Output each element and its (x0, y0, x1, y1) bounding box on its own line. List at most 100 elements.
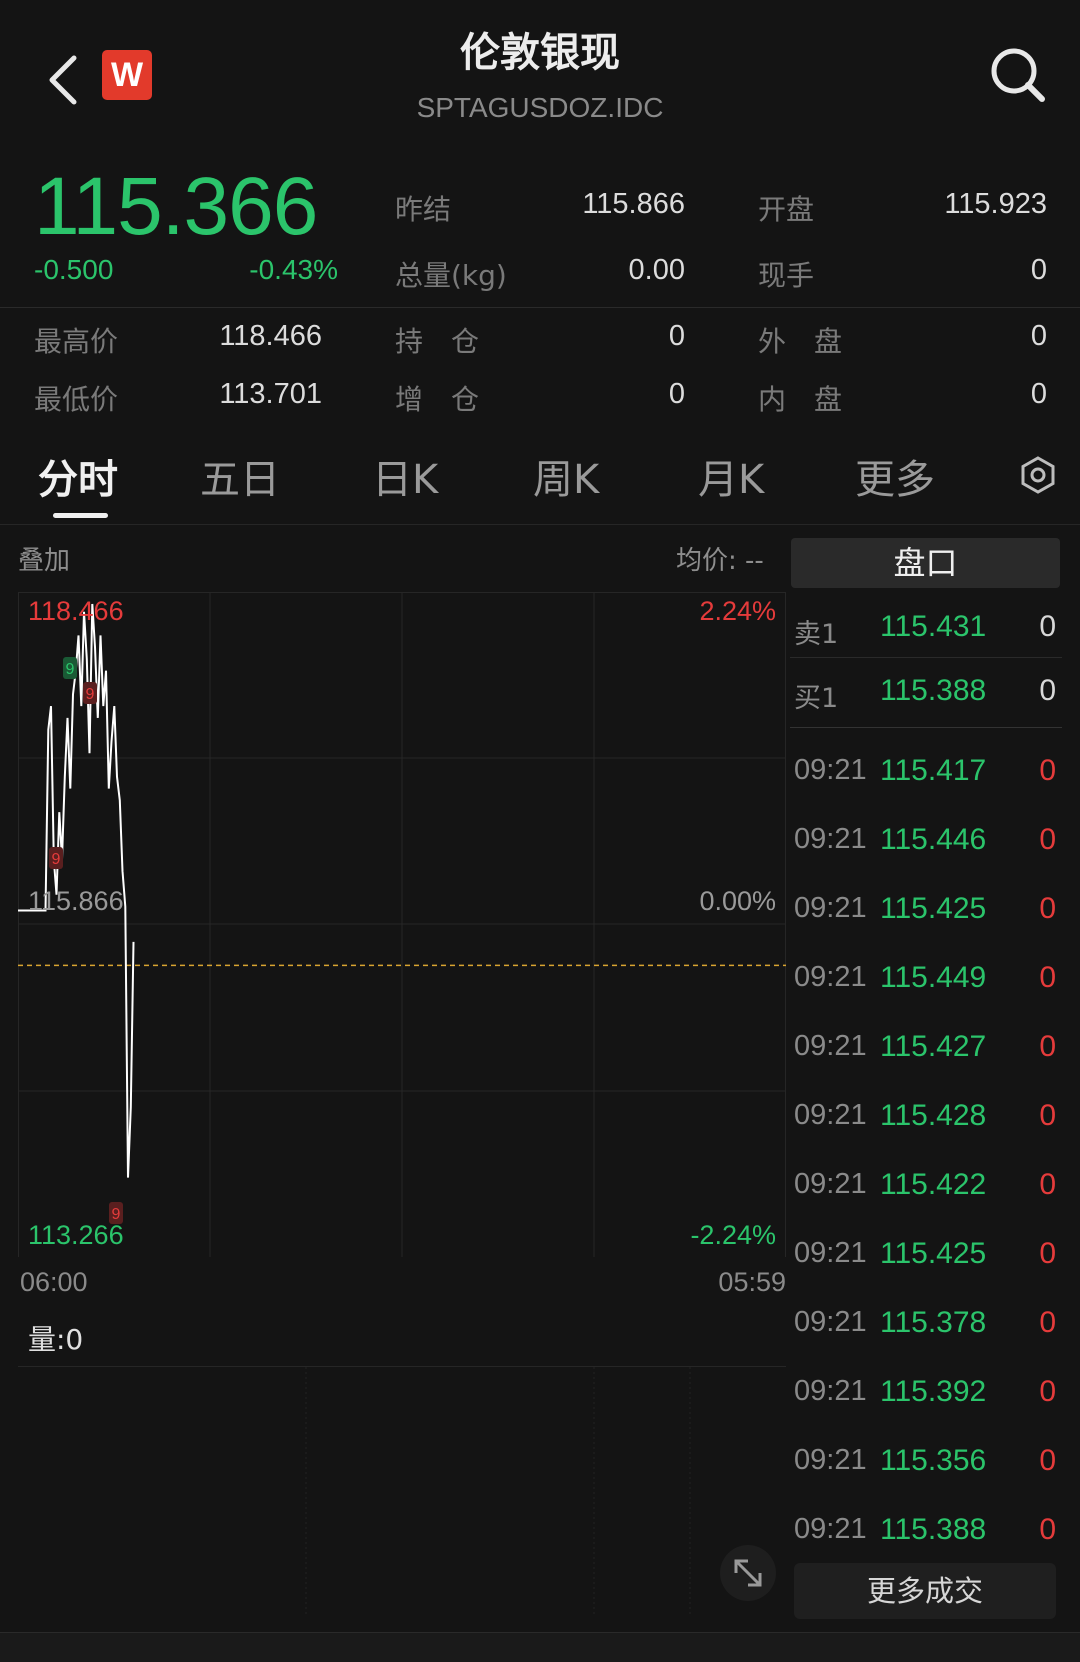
pct-ref-label: 0.00% (699, 886, 776, 916)
intraday-chart[interactable]: 9 9 9 9 (18, 592, 786, 1258)
trade-row: 09:21 115.422 0 (790, 1152, 1062, 1221)
field-value-low: 113.701 (219, 378, 322, 410)
trade-row: 09:21 115.388 0 (790, 1497, 1062, 1566)
time-end-label: 05:59 (718, 1267, 786, 1297)
search-icon (991, 48, 1045, 102)
marker-label-2: 9 (86, 686, 95, 703)
trade-qty: 0 (1039, 1237, 1056, 1270)
field-label-inner: 内 盘 (758, 383, 843, 416)
trade-row: 09:21 115.425 0 (790, 876, 1062, 945)
field-value-open-interest: 0 (668, 320, 685, 352)
top-bar: W 伦敦银现 SPTAGUSDOZ.IDC (0, 0, 1080, 150)
orderbook-side: 卖1 (794, 619, 839, 650)
tab-weekly-k[interactable]: 周K (533, 447, 599, 505)
trade-price: 115.449 (880, 961, 987, 994)
trade-row: 09:21 115.428 0 (790, 1083, 1062, 1152)
tab-daily-k[interactable]: 日K (372, 447, 438, 505)
last-price: 115.366 (34, 161, 318, 252)
bottom-bar (0, 1632, 1080, 1662)
trade-price: 115.388 (880, 1513, 987, 1546)
trade-price: 115.446 (880, 823, 987, 856)
trade-time: 09:21 (794, 892, 867, 924)
field-label-high: 最高价 (34, 325, 119, 358)
volume-chart[interactable] (18, 1366, 786, 1615)
trade-price: 115.428 (880, 1099, 987, 1132)
marker-label-3: 9 (52, 851, 61, 868)
expand-diagonal-icon (734, 1559, 762, 1587)
chart-grid (18, 592, 786, 1258)
page-title: 伦敦银现 (460, 30, 620, 76)
chart-settings-button[interactable] (1018, 455, 1058, 495)
trade-time: 09:21 (794, 1237, 867, 1269)
trade-row: 09:21 115.427 0 (790, 1014, 1062, 1083)
tab-more[interactable]: 更多 (855, 447, 935, 505)
trade-price: 115.356 (880, 1444, 987, 1477)
price-change: -0.500 (34, 254, 114, 285)
trade-price: 115.392 (880, 1375, 987, 1408)
field-value-high: 118.466 (219, 320, 322, 352)
field-value-inner: 0 (1030, 378, 1047, 410)
trade-row: 09:21 115.425 0 (790, 1221, 1062, 1290)
price-low-label: 113.266 (28, 1220, 124, 1250)
time-start-label: 06:00 (20, 1267, 88, 1297)
trade-qty: 0 (1039, 754, 1056, 787)
trade-time: 09:21 (794, 1444, 867, 1476)
trade-price: 115.417 (880, 754, 987, 787)
marker-down-2: 9 (49, 847, 63, 869)
trade-qty: 0 (1039, 1444, 1056, 1477)
trade-row: 09:21 115.417 0 (790, 738, 1062, 807)
trade-qty: 0 (1039, 1099, 1056, 1132)
more-trades-button[interactable]: 更多成交 (794, 1563, 1056, 1619)
field-value-oi-change: 0 (668, 378, 685, 410)
field-value-volume: 0.00 (628, 254, 685, 286)
trade-qty: 0 (1039, 1030, 1056, 1063)
quote-panel: 115.366 -0.500 -0.43% 昨结 115.866 开盘 115.… (0, 150, 1080, 425)
field-label-volume: 总量(kg) (395, 259, 507, 292)
overlay-button[interactable]: 叠加 (18, 540, 70, 577)
orderbook-qty: 0 (1039, 610, 1056, 643)
trade-qty: 0 (1039, 1513, 1056, 1546)
trade-row: 09:21 115.449 0 (790, 945, 1062, 1014)
trade-row: 09:21 115.392 0 (790, 1359, 1062, 1428)
tab-order-book[interactable]: 盘口 (791, 538, 1060, 588)
price-high-label: 118.466 (28, 596, 124, 626)
hexagon-settings-icon (1021, 456, 1055, 494)
volume-grid (305, 1367, 691, 1615)
search-button[interactable] (988, 45, 1048, 105)
volume-label: 量:0 (28, 1323, 84, 1356)
field-label-open: 开盘 (758, 193, 815, 226)
trade-qty: 0 (1039, 1306, 1056, 1339)
field-value-prev-settle: 115.866 (582, 188, 685, 220)
trade-price: 115.427 (880, 1030, 987, 1063)
trade-time: 09:21 (794, 1513, 867, 1545)
tab-monthly-k[interactable]: 月K (698, 447, 764, 505)
field-value-current-hand: 0 (1030, 254, 1047, 286)
trade-row: 09:21 115.378 0 (790, 1290, 1062, 1359)
trade-row: 09:21 115.356 0 (790, 1428, 1062, 1497)
trade-qty: 0 (1039, 892, 1056, 925)
expand-chart-button[interactable] (720, 1545, 776, 1601)
field-label-low: 最低价 (34, 383, 119, 416)
price-change-pct: -0.43% (249, 254, 338, 285)
field-label-prev-settle: 昨结 (395, 193, 452, 226)
orderbook-price: 115.388 (880, 674, 987, 707)
orderbook-qty: 0 (1039, 674, 1056, 707)
trade-time: 09:21 (794, 1306, 867, 1338)
trade-qty: 0 (1039, 961, 1056, 994)
pct-high-label: 2.24% (699, 596, 776, 626)
trade-qty: 0 (1039, 1375, 1056, 1408)
field-value-outer: 0 (1030, 320, 1047, 352)
field-label-outer: 外 盘 (758, 325, 843, 358)
tab-intraday[interactable]: 分时 (38, 447, 118, 505)
marker-label-1: 9 (66, 661, 75, 678)
trade-time: 09:21 (794, 1375, 867, 1407)
active-tab-indicator (53, 513, 108, 518)
orderbook-row-bid1: 买1 115.388 0 (790, 662, 1062, 728)
trade-price: 115.425 (880, 1237, 987, 1270)
trade-price: 115.422 (880, 1168, 987, 1201)
chart-tabs: 分时 五日 日K 周K 月K 更多 (0, 425, 1080, 525)
orderbook-side: 买1 (794, 683, 839, 714)
tab-five-day[interactable]: 五日 (200, 447, 280, 505)
marker-up: 9 (63, 657, 77, 679)
trade-qty: 0 (1039, 823, 1056, 856)
